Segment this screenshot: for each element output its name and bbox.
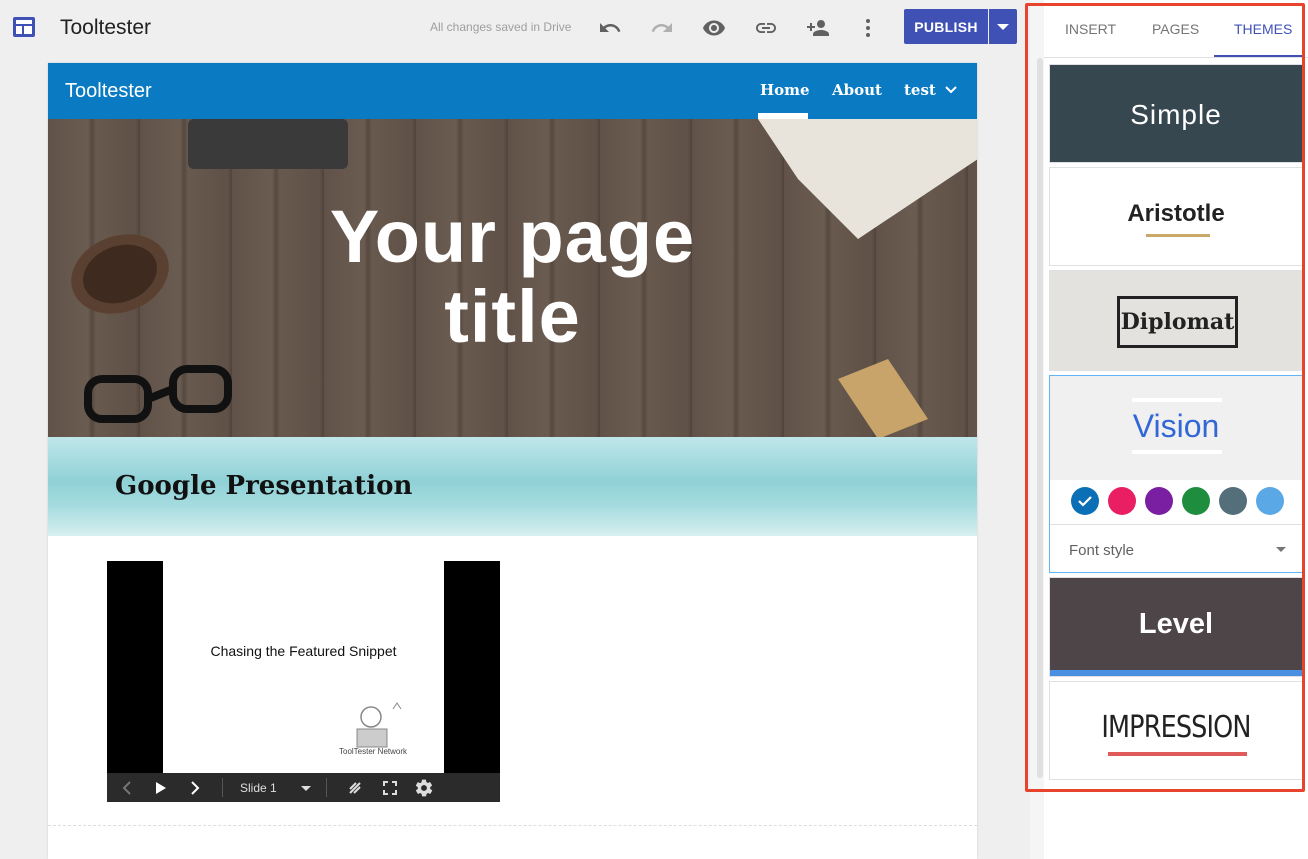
presentation-embed[interactable]: Chasing the Featured Snippet ToolTester … — [107, 561, 500, 802]
publish-options-button[interactable] — [989, 9, 1017, 44]
section-title[interactable]: Google Presentation — [115, 471, 412, 501]
publish-button[interactable]: PUBLISH — [904, 9, 988, 44]
next-slide-icon[interactable] — [187, 778, 203, 798]
top-bar: Tooltester All changes saved in Drive PU… — [0, 0, 1030, 56]
controls-divider — [326, 778, 327, 797]
caret-down-icon — [997, 23, 1009, 30]
site-canvas[interactable]: Tooltester Home About test Your page tit… — [48, 63, 977, 859]
eraser-image — [838, 359, 928, 437]
theme-vision-rule-top — [1132, 398, 1222, 402]
theme-simple-label: Simple — [1130, 99, 1222, 130]
nav-item-test[interactable]: test — [904, 81, 957, 99]
add-person-icon[interactable] — [805, 15, 831, 41]
color-swatch-green[interactable] — [1182, 487, 1210, 515]
color-swatch-light-blue[interactable] — [1256, 487, 1284, 515]
font-style-caret-icon[interactable] — [1276, 547, 1286, 552]
checkmark-icon — [1078, 496, 1092, 507]
theme-level-label: Level — [1138, 608, 1214, 640]
theme-aristotle-label: Aristotle — [1127, 200, 1225, 227]
glasses-image — [84, 365, 232, 423]
page-title-line-2: title — [444, 275, 581, 358]
save-status: All changes saved in Drive — [430, 20, 572, 34]
hero-banner[interactable]: Your page title — [48, 119, 977, 437]
slide-logo-text: ToolTester Network — [339, 747, 408, 756]
color-swatch-pink[interactable] — [1108, 487, 1136, 515]
link-icon[interactable] — [753, 15, 779, 41]
theme-diplomat-label: Diplomat — [1117, 296, 1238, 348]
undo-icon[interactable] — [597, 15, 623, 41]
settings-gear-icon[interactable] — [413, 778, 435, 798]
site-brand[interactable]: Tooltester — [65, 80, 152, 103]
tab-themes[interactable]: THEMES — [1234, 21, 1292, 37]
slide-selector-caret-icon — [300, 785, 311, 791]
shortcut-icon[interactable] — [345, 778, 365, 798]
nav-item-home[interactable]: Home — [760, 81, 810, 99]
tab-insert[interactable]: INSERT — [1065, 21, 1116, 37]
font-style-select[interactable]: Font style — [1069, 542, 1134, 559]
tab-pages[interactable]: PAGES — [1152, 21, 1199, 37]
theme-impression[interactable]: IMPRESSION — [1049, 681, 1303, 780]
play-icon[interactable] — [153, 778, 169, 798]
page-title[interactable]: Your page title — [48, 197, 977, 357]
site-header[interactable]: Tooltester Home About test — [48, 63, 977, 119]
previous-slide-icon[interactable] — [119, 778, 135, 798]
slide-title: Chasing the Featured Snippet — [210, 643, 397, 659]
theme-impression-underline — [1108, 752, 1247, 756]
slide-selector-label: Slide 1 — [240, 781, 277, 795]
theme-vision-label: Vision — [1132, 408, 1220, 444]
slide-selector[interactable]: Slide 1 — [231, 778, 321, 798]
presentation-controls: Slide 1 — [107, 773, 500, 802]
nav-item-about[interactable]: About — [832, 81, 882, 99]
theme-level-bar — [1050, 670, 1302, 676]
theme-diplomat[interactable]: Diplomat — [1049, 270, 1303, 371]
tabs-divider — [1044, 57, 1308, 58]
theme-aristotle[interactable]: Aristotle — [1049, 167, 1303, 266]
nav-item-test-label: test — [904, 81, 936, 99]
section-header[interactable]: Google Presentation — [48, 437, 977, 536]
site-name[interactable]: Tooltester — [60, 16, 151, 40]
chevron-down-icon — [945, 86, 957, 94]
sites-logo-icon[interactable] — [12, 16, 36, 38]
theme-level[interactable]: Level — [1049, 577, 1303, 677]
vision-divider — [1050, 524, 1302, 525]
canvas-scrollbar[interactable] — [1037, 58, 1043, 778]
presentation-slide[interactable]: Chasing the Featured Snippet ToolTester … — [163, 561, 444, 773]
section-divider — [48, 825, 977, 826]
controls-divider — [222, 778, 223, 797]
color-swatch-blue[interactable] — [1071, 487, 1099, 515]
theme-vision[interactable]: Vision Font style — [1049, 375, 1303, 573]
eye-icon[interactable] — [701, 15, 727, 41]
redo-icon[interactable] — [649, 15, 675, 41]
active-tab-indicator — [1214, 55, 1304, 57]
fullscreen-icon[interactable] — [380, 778, 400, 798]
phone-image — [188, 119, 348, 169]
publish-group: PUBLISH — [904, 9, 1017, 44]
theme-simple[interactable]: Simple — [1049, 64, 1303, 163]
theme-vision-preview[interactable]: Vision — [1050, 376, 1302, 480]
color-swatch-purple[interactable] — [1145, 487, 1173, 515]
theme-aristotle-underline — [1146, 234, 1210, 237]
theme-vision-rule-bottom — [1132, 450, 1222, 454]
page-title-line-1: Your page — [329, 195, 696, 278]
more-vert-icon[interactable] — [855, 15, 881, 41]
theme-impression-label: IMPRESSION — [1101, 710, 1251, 745]
color-swatch-slate[interactable] — [1219, 487, 1247, 515]
